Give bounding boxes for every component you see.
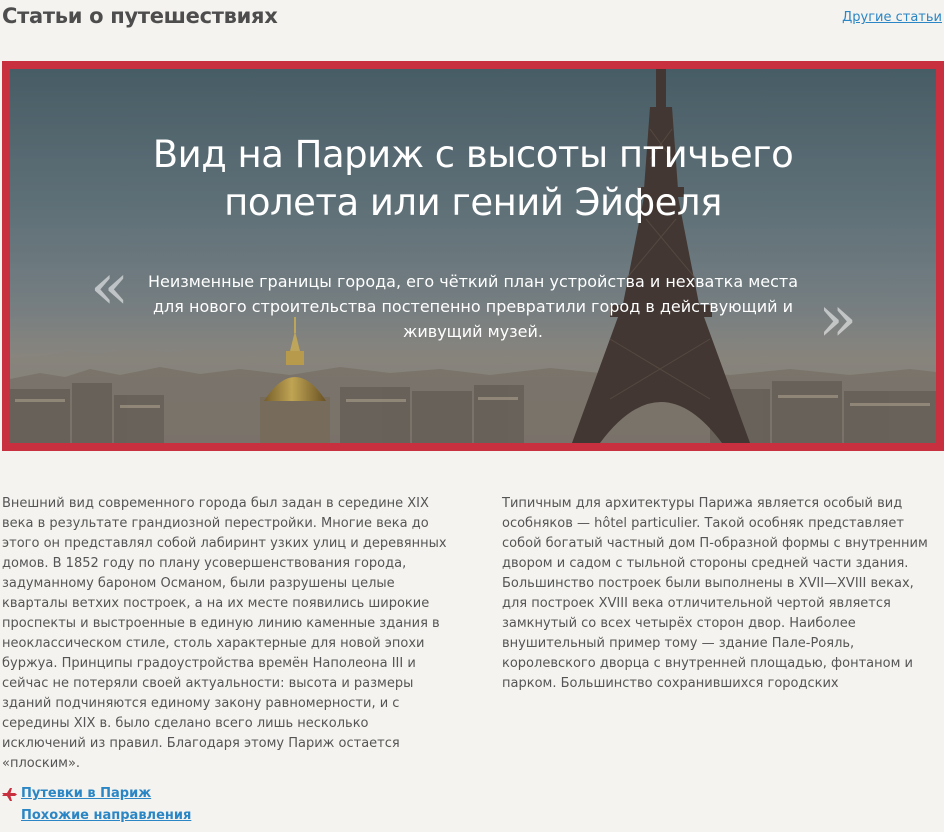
slider-next-button[interactable]: » xyxy=(818,287,857,351)
article-paragraph: Внешний вид современного города был зада… xyxy=(2,496,447,771)
hero-description: Неизменные границы города, его чёткий пл… xyxy=(147,272,799,341)
hero-title: Вид на Париж с высоты птичьего полета ил… xyxy=(152,133,794,224)
page-header: Статьи о путешествиях Другие статьи xyxy=(0,0,944,40)
hero-image: Вид на Париж с высоты птичьего полета ил… xyxy=(10,69,936,443)
plane-icon xyxy=(2,788,17,801)
other-articles-link[interactable]: Другие статьи xyxy=(842,10,942,25)
paris-skyline-image xyxy=(10,69,936,443)
tours-to-paris-link[interactable]: Путевки в Париж xyxy=(21,786,151,801)
article-paragraph: Типичным для архитектуры Парижа является… xyxy=(502,496,928,691)
hero-banner: Вид на Париж с высоты птичьего полета ил… xyxy=(2,61,944,451)
article-column-right: Типичным для архитектуры Парижа является… xyxy=(502,494,938,694)
article-column-left: Внешний вид современного города был зада… xyxy=(2,494,447,774)
slider-prev-button[interactable]: « xyxy=(90,255,129,319)
similar-destinations-link[interactable]: Похожие направления xyxy=(21,808,191,823)
page-title: Статьи о путешествиях xyxy=(2,4,278,28)
